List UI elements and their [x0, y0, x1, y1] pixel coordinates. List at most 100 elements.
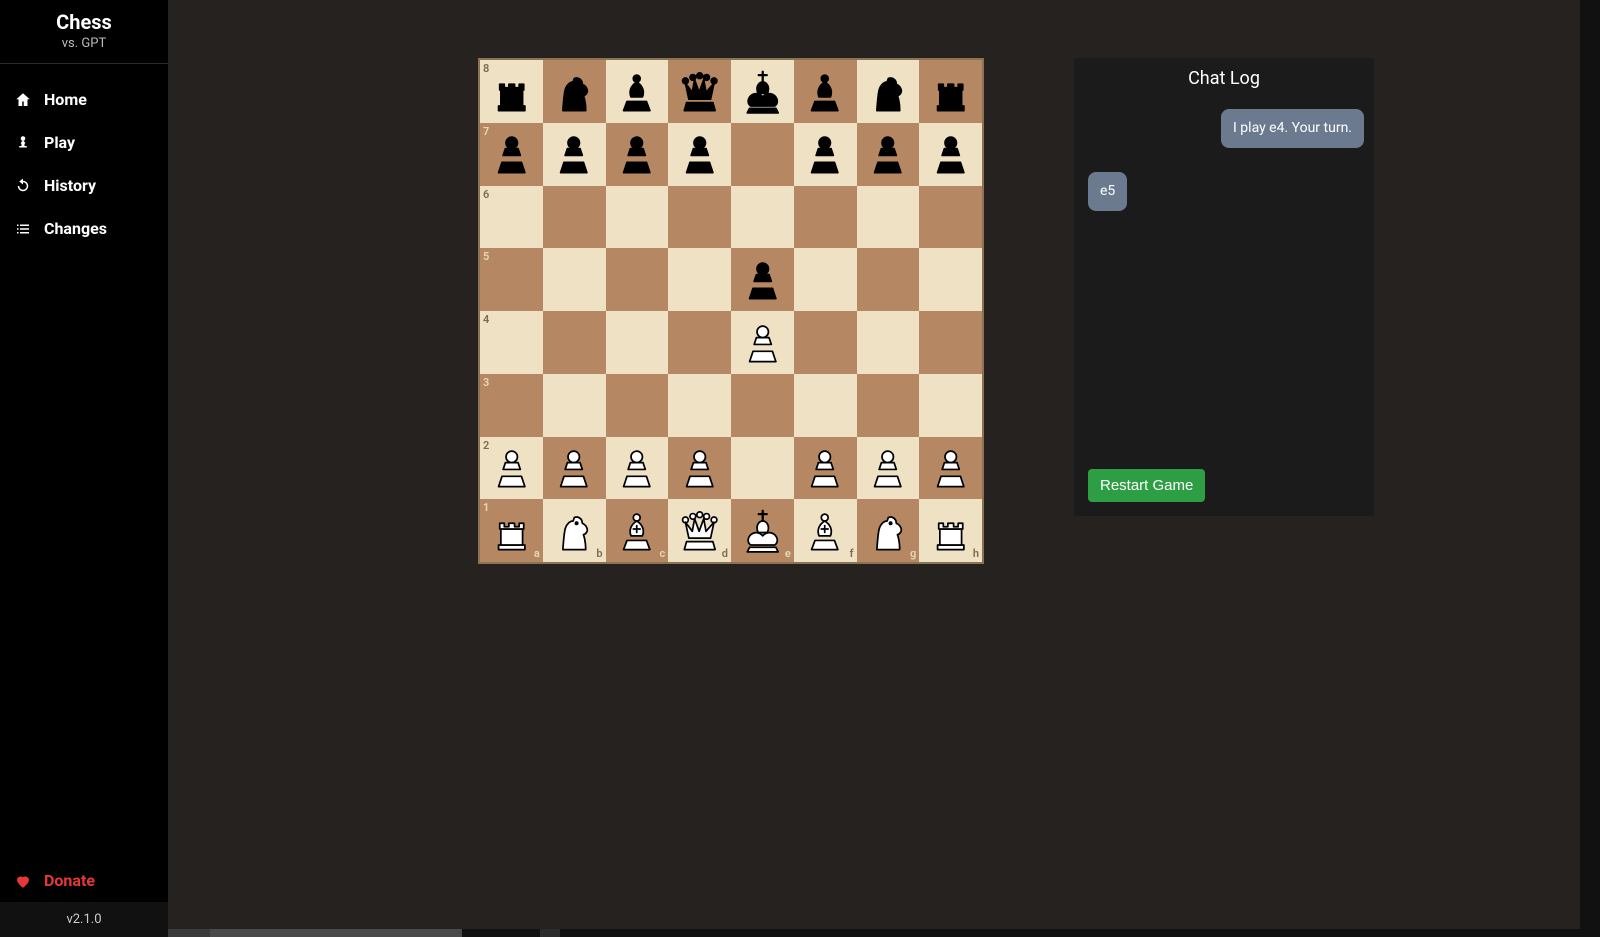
square-a7[interactable]: 7 [480, 123, 543, 186]
square-d7[interactable] [668, 123, 731, 186]
square-h4[interactable] [919, 311, 982, 374]
square-g8[interactable] [857, 60, 920, 123]
square-h2[interactable] [919, 437, 982, 500]
chessboard[interactable]: 87654321abcdefgh [478, 58, 984, 564]
square-b7[interactable] [543, 123, 606, 186]
piece-P[interactable] [611, 442, 662, 493]
piece-N[interactable] [862, 505, 913, 556]
square-d1[interactable]: d [668, 499, 731, 562]
square-f1[interactable]: f [794, 499, 857, 562]
square-d6[interactable] [668, 186, 731, 249]
nav-donate[interactable]: Donate [0, 859, 168, 902]
piece-b[interactable] [799, 66, 850, 117]
square-e2[interactable] [731, 437, 794, 500]
square-b6[interactable] [543, 186, 606, 249]
square-g7[interactable] [857, 123, 920, 186]
square-e8[interactable] [731, 60, 794, 123]
square-h5[interactable] [919, 248, 982, 311]
square-d3[interactable] [668, 374, 731, 437]
nav-changes[interactable]: Changes [0, 207, 168, 250]
square-f8[interactable] [794, 60, 857, 123]
square-a1[interactable]: 1a [480, 499, 543, 562]
piece-R[interactable] [486, 505, 537, 556]
square-c1[interactable]: c [606, 499, 669, 562]
piece-p[interactable] [799, 128, 850, 179]
square-c3[interactable] [606, 374, 669, 437]
square-h7[interactable] [919, 123, 982, 186]
square-h1[interactable]: h [919, 499, 982, 562]
square-g3[interactable] [857, 374, 920, 437]
square-d5[interactable] [668, 248, 731, 311]
piece-n[interactable] [862, 66, 913, 117]
square-a2[interactable]: 2 [480, 437, 543, 500]
square-e7[interactable] [731, 123, 794, 186]
square-h6[interactable] [919, 186, 982, 249]
nav-history[interactable]: History [0, 164, 168, 207]
square-b5[interactable] [543, 248, 606, 311]
piece-P[interactable] [862, 442, 913, 493]
square-a6[interactable]: 6 [480, 186, 543, 249]
piece-P[interactable] [799, 442, 850, 493]
piece-K[interactable] [737, 505, 788, 556]
piece-p[interactable] [674, 128, 725, 179]
square-a5[interactable]: 5 [480, 248, 543, 311]
square-d8[interactable] [668, 60, 731, 123]
piece-p[interactable] [862, 128, 913, 179]
square-b2[interactable] [543, 437, 606, 500]
square-a8[interactable]: 8 [480, 60, 543, 123]
piece-B[interactable] [611, 505, 662, 556]
piece-b[interactable] [611, 66, 662, 117]
piece-p[interactable] [548, 128, 599, 179]
piece-p[interactable] [925, 128, 976, 179]
square-f2[interactable] [794, 437, 857, 500]
square-b4[interactable] [543, 311, 606, 374]
square-a3[interactable]: 3 [480, 374, 543, 437]
square-g1[interactable]: g [857, 499, 920, 562]
square-f4[interactable] [794, 311, 857, 374]
square-e1[interactable]: e [731, 499, 794, 562]
square-g5[interactable] [857, 248, 920, 311]
square-c4[interactable] [606, 311, 669, 374]
square-f5[interactable] [794, 248, 857, 311]
square-d4[interactable] [668, 311, 731, 374]
square-c7[interactable] [606, 123, 669, 186]
piece-k[interactable] [737, 66, 788, 117]
square-e5[interactable] [731, 248, 794, 311]
piece-P[interactable] [548, 442, 599, 493]
piece-P[interactable] [925, 442, 976, 493]
square-g6[interactable] [857, 186, 920, 249]
piece-n[interactable] [548, 66, 599, 117]
square-e6[interactable] [731, 186, 794, 249]
square-h8[interactable] [919, 60, 982, 123]
piece-p[interactable] [486, 128, 537, 179]
piece-r[interactable] [486, 66, 537, 117]
piece-P[interactable] [674, 442, 725, 493]
piece-N[interactable] [548, 505, 599, 556]
square-g4[interactable] [857, 311, 920, 374]
nav-play[interactable]: Play [0, 121, 168, 164]
square-b1[interactable]: b [543, 499, 606, 562]
square-a4[interactable]: 4 [480, 311, 543, 374]
piece-r[interactable] [925, 66, 976, 117]
nav-home[interactable]: Home [0, 78, 168, 121]
square-c8[interactable] [606, 60, 669, 123]
piece-p[interactable] [611, 128, 662, 179]
piece-q[interactable] [674, 66, 725, 117]
square-e3[interactable] [731, 374, 794, 437]
piece-P[interactable] [737, 317, 788, 368]
square-f6[interactable] [794, 186, 857, 249]
square-b8[interactable] [543, 60, 606, 123]
square-c6[interactable] [606, 186, 669, 249]
square-h3[interactable] [919, 374, 982, 437]
square-d2[interactable] [668, 437, 731, 500]
piece-B[interactable] [799, 505, 850, 556]
square-b3[interactable] [543, 374, 606, 437]
square-g2[interactable] [857, 437, 920, 500]
restart-game-button[interactable]: Restart Game [1088, 469, 1205, 502]
piece-P[interactable] [486, 442, 537, 493]
square-c5[interactable] [606, 248, 669, 311]
square-f7[interactable] [794, 123, 857, 186]
square-e4[interactable] [731, 311, 794, 374]
piece-p[interactable] [737, 254, 788, 305]
chat-log[interactable]: I play e4. Your turn.e5 [1074, 99, 1374, 459]
